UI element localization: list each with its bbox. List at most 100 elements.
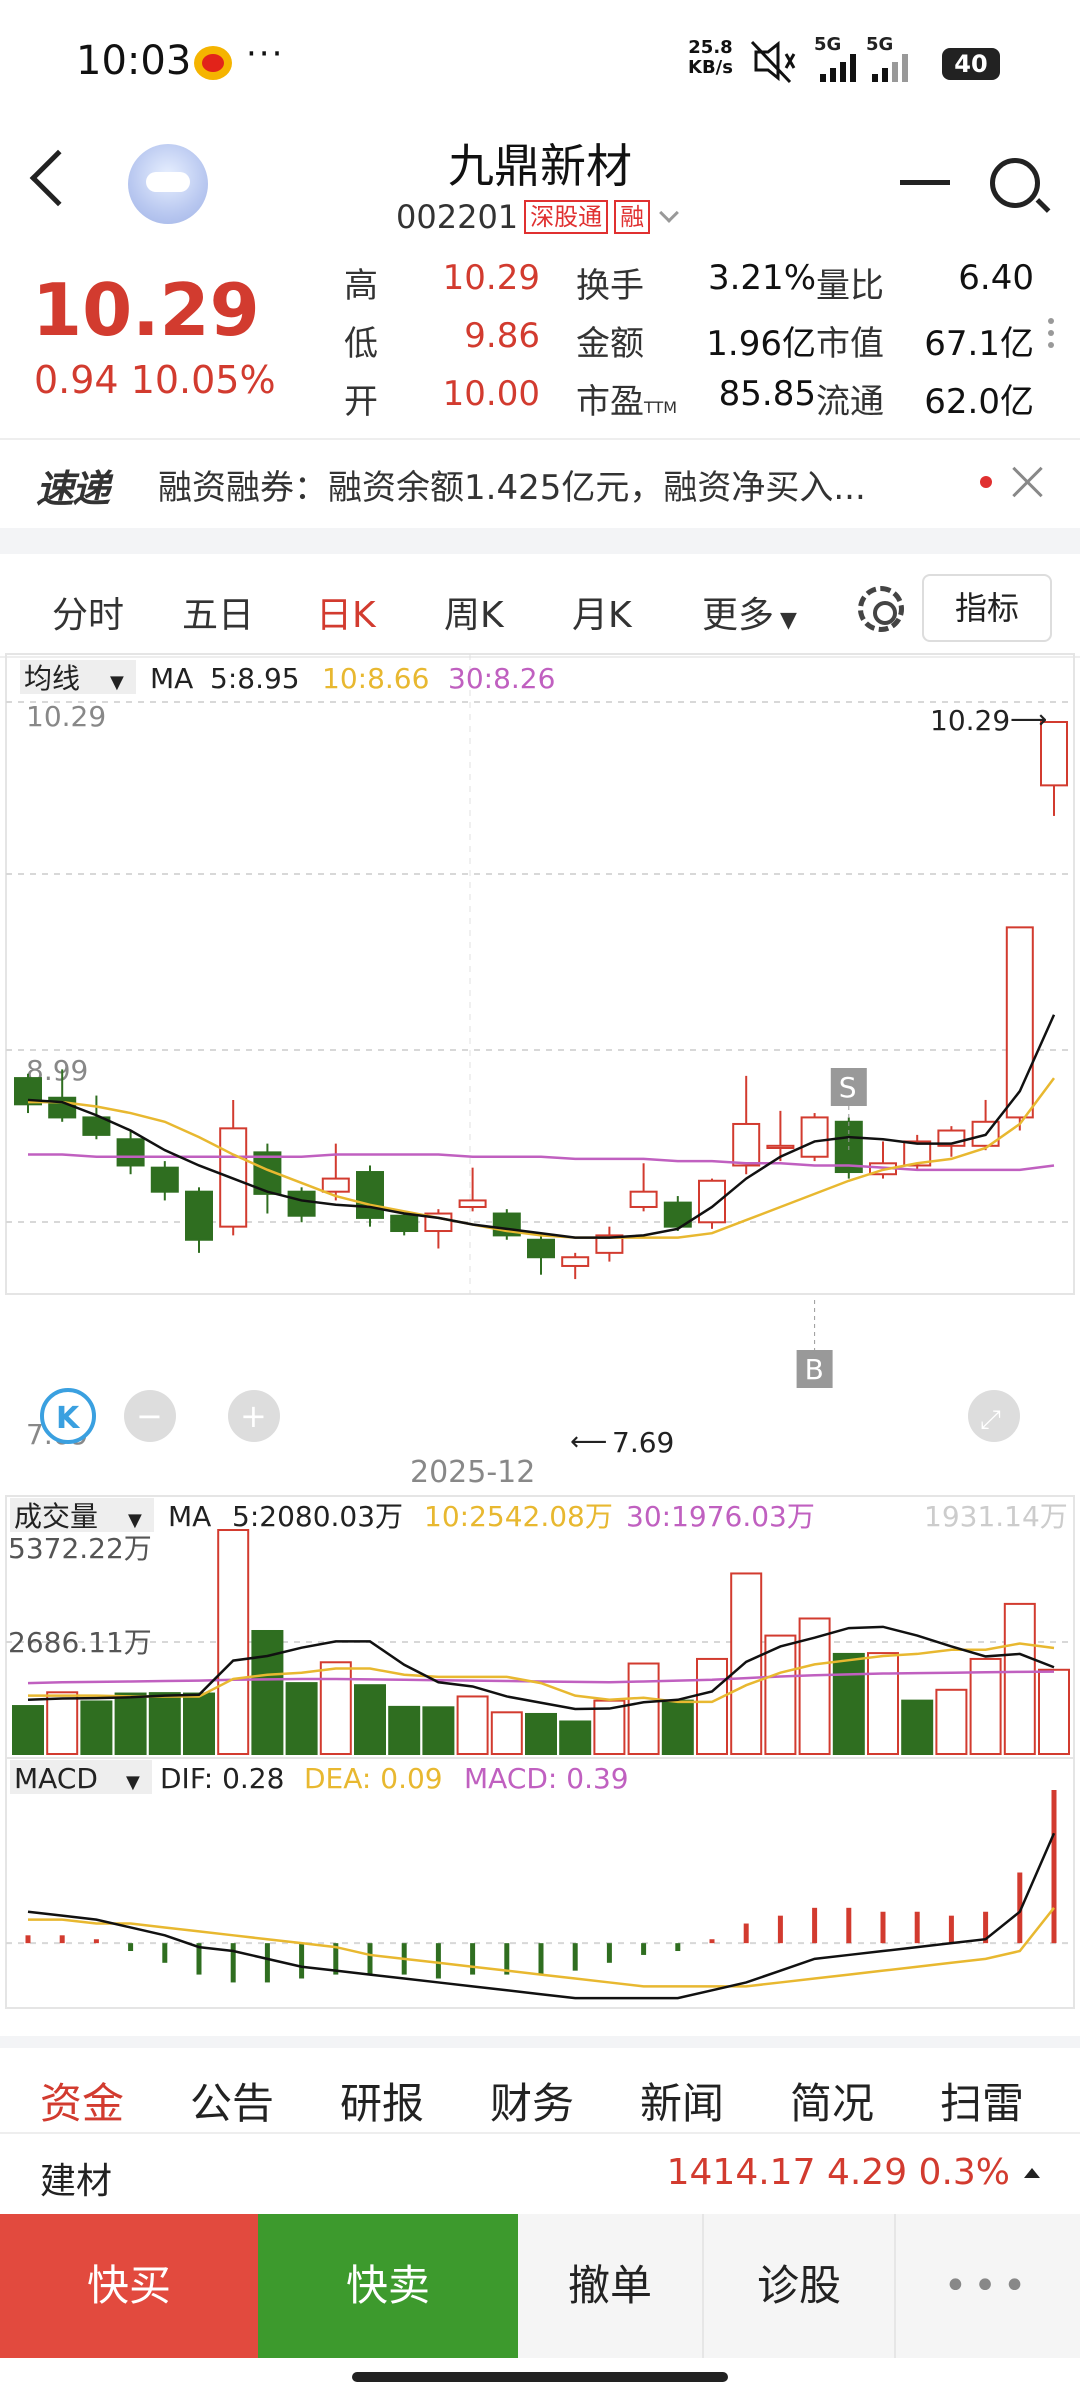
current-price: 10.29	[32, 268, 260, 352]
candle-body	[732, 1122, 761, 1167]
volume-bar	[627, 1662, 660, 1755]
ma-legend-label: 均线	[24, 662, 80, 695]
volume-bar	[1003, 1602, 1036, 1756]
info-tabs: 资金 公告 研报 财务 新闻 简况 扫雷	[0, 2048, 1080, 2132]
tab-financials[interactable]: 财务	[490, 2070, 574, 2131]
volume-bar	[217, 1529, 250, 1755]
volume-bar	[661, 1699, 694, 1756]
more-vertical-icon[interactable]	[1048, 318, 1056, 358]
sector-name: 建材	[40, 2161, 113, 2202]
tab-weekly-k[interactable]: 周K	[444, 586, 504, 638]
candle-body	[150, 1166, 179, 1193]
stat-value-turnover: 3.21%	[707, 258, 816, 298]
tag-margin: 融	[614, 200, 651, 234]
stat-label-low: 低	[344, 324, 378, 364]
tab-five-day[interactable]: 五日	[182, 586, 254, 638]
high-marker-arrow-icon: ⟶	[1010, 705, 1047, 735]
k-chart-icon-glyph: K	[56, 1401, 81, 1436]
y-label-high: 10.29	[26, 700, 106, 733]
candle-body	[800, 1116, 829, 1158]
volume-bar	[46, 1691, 79, 1755]
stats-row: 低 9.86 金额 1.96亿 市值 67.1亿	[344, 316, 1044, 366]
candle-body	[185, 1190, 213, 1241]
stat-label-market-cap: 市值	[816, 324, 884, 364]
candle-body	[698, 1179, 726, 1224]
minimize-icon[interactable]	[900, 180, 950, 185]
cancel-order-button[interactable]: 撤单	[518, 2214, 704, 2358]
status-time: 10:03	[76, 38, 192, 84]
volume-bar	[1038, 1668, 1070, 1755]
volume-bar	[764, 1634, 797, 1756]
network-rate-unit: KB/s	[688, 57, 733, 78]
tab-research[interactable]: 研报	[340, 2070, 424, 2131]
volume-ma10-value: 10:2542.08万	[424, 1500, 613, 1533]
stock-charts[interactable]: 均线▼MA5:8.9510:8.6630:8.2610.298.997.6910…	[0, 650, 1080, 2020]
volume-bar	[251, 1629, 284, 1755]
battery-icon: 40	[942, 48, 1000, 80]
candle-body	[458, 1199, 487, 1208]
x-axis-date-label: 2025-12	[410, 1455, 535, 1490]
signal-sell-label: S	[839, 1071, 857, 1104]
candle-body	[116, 1138, 145, 1167]
action-bar: 快买 快卖 撤单 诊股 •••	[0, 2214, 1080, 2358]
home-indicator[interactable]	[352, 2372, 728, 2382]
volume-bar	[12, 1705, 44, 1755]
volume-legend-dropdown-icon: ▼	[128, 1510, 142, 1531]
stat-label-turnover: 换手	[576, 266, 644, 306]
candle-body	[527, 1238, 555, 1259]
indicator-button[interactable]: 指标	[922, 574, 1052, 642]
macd-legend-label: MACD	[14, 1762, 98, 1795]
weibo-icon	[194, 46, 232, 80]
volume-ma30-line	[27, 1670, 1055, 1685]
stat-label-volume-ratio: 量比	[816, 266, 884, 306]
volume-legend-label: 成交量	[14, 1500, 98, 1533]
volume-bar	[285, 1682, 318, 1755]
sector-row[interactable]: 建材 1414.17 4.29 0.3%	[0, 2134, 1080, 2214]
stat-value-pe: 85.85	[718, 374, 816, 414]
quick-sell-button[interactable]: 快卖	[258, 2214, 518, 2358]
tab-risk-scan[interactable]: 扫雷	[940, 2070, 1024, 2131]
stat-value-volume-ratio: 6.40	[958, 258, 1034, 298]
search-icon[interactable]	[990, 158, 1040, 208]
stat-label-open: 开	[344, 382, 378, 422]
stats-row: 高 10.29 换手 3.21% 量比 6.40	[344, 258, 1044, 308]
stat-value-high: 10.29	[442, 258, 540, 298]
stat-label-pe: 市盈TTM	[576, 374, 677, 423]
sector-values: 1414.17 4.29 0.3%	[666, 2152, 1010, 2193]
tab-news[interactable]: 新闻	[640, 2070, 724, 2131]
volume-bar	[559, 1720, 592, 1756]
ma-legend-dropdown-icon: ▼	[110, 672, 124, 693]
macd-legend-dropdown-icon: ▼	[126, 1772, 140, 1793]
tab-more[interactable]: 更多 ▼	[702, 586, 797, 638]
tab-monthly-k[interactable]: 月K	[572, 586, 632, 638]
candle-body	[287, 1190, 316, 1217]
stat-label-pe-sub: TTM	[644, 398, 678, 417]
candle-body	[390, 1214, 419, 1233]
chevron-down-icon[interactable]	[659, 203, 680, 223]
chart-area[interactable]: 均线▼MA5:8.9510:8.6630:8.2610.298.997.6910…	[0, 650, 1080, 2020]
volume-right-label: 1931.14万	[924, 1500, 1068, 1533]
more-button[interactable]: •••	[896, 2214, 1080, 2358]
low-marker-label: 7.69	[612, 1426, 674, 1459]
page-title: 九鼎新材	[448, 139, 632, 193]
candle-body	[561, 1256, 590, 1267]
settings-icon[interactable]	[858, 586, 904, 632]
tab-daily-k[interactable]: 日K	[316, 586, 376, 638]
close-icon[interactable]	[1008, 462, 1048, 502]
ma5-line	[27, 1014, 1056, 1239]
stat-label-amount: 金额	[576, 324, 644, 364]
tab-announcements[interactable]: 公告	[190, 2070, 274, 2131]
news-ticker[interactable]: 速递 融资融券：融资余额1.425亿元，融资净买入...	[0, 440, 1080, 528]
stock-code-row[interactable]: 002201 深股通 融	[396, 198, 680, 236]
tab-funds[interactable]: 资金	[40, 2070, 124, 2131]
volume-bar	[183, 1692, 215, 1755]
tab-intraday[interactable]: 分时	[52, 586, 124, 638]
tab-profile[interactable]: 简况	[790, 2070, 874, 2131]
candle-body	[629, 1190, 658, 1208]
expand-up-icon[interactable]	[1024, 2168, 1040, 2178]
quick-buy-button[interactable]: 快买	[0, 2214, 258, 2358]
diagnose-button[interactable]: 诊股	[704, 2214, 896, 2358]
signal1-label: 5G	[814, 34, 842, 55]
section-gap	[0, 528, 1080, 554]
volume-bar	[867, 1652, 899, 1755]
